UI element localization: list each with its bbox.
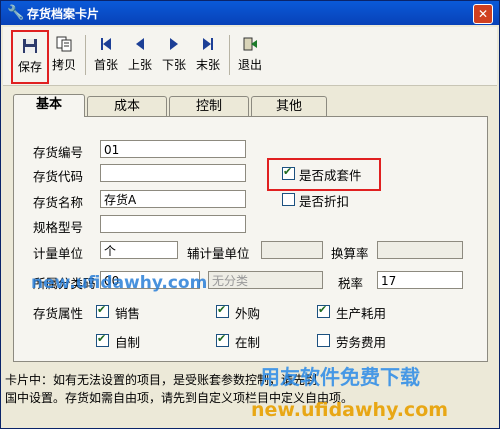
is-kit-label: 是否成套件	[299, 168, 362, 183]
last-record-button[interactable]: 末张	[191, 30, 225, 80]
exit-door-icon	[243, 37, 257, 51]
footer-line-1: 卡片中：如有无法设置的项目，是受账套参数控制，请先到	[5, 373, 318, 387]
name-label: 存货名称	[33, 195, 84, 210]
code-label: 存货编号	[33, 145, 84, 160]
copy-icon	[56, 36, 72, 52]
attr-service-label: 劳务费用	[336, 335, 387, 350]
copy-button[interactable]: 拷贝	[47, 30, 81, 80]
attr-service-checkbox[interactable]	[317, 334, 330, 347]
attr-sales-label: 销售	[115, 306, 141, 321]
prev-record-button[interactable]: 上张	[123, 30, 157, 80]
tab-cost[interactable]: 成本	[87, 96, 167, 117]
save-button[interactable]: 保存	[11, 30, 49, 84]
attr-selfmade-checkbox[interactable]	[96, 332, 109, 347]
tab-control[interactable]: 控制	[169, 96, 249, 117]
attr-production-checkbox[interactable]	[317, 303, 330, 318]
attr-wip-label: 在制	[235, 335, 261, 350]
unit-label: 计量单位	[33, 246, 84, 261]
attr-sales-checkbox[interactable]	[96, 303, 109, 318]
rate-input[interactable]	[377, 241, 463, 259]
attr-purchase-checkbox[interactable]	[216, 303, 229, 318]
skip-first-icon	[101, 38, 111, 50]
toolbar-separator	[85, 35, 86, 75]
basic-tab-panel	[13, 116, 488, 362]
name-input[interactable]: 存货A	[100, 190, 246, 208]
window-title: 存货档案卡片	[27, 7, 100, 21]
attr-purchase-label: 外购	[235, 306, 261, 321]
aux-unit-input[interactable]	[261, 241, 323, 259]
spec-input[interactable]	[100, 215, 246, 233]
arrow-right-icon	[170, 38, 178, 50]
watermark-url-1: new.ufidawhy.com	[31, 273, 208, 293]
floppy-disk-icon	[23, 39, 37, 53]
watermark-brand: 用友软件免费下载	[260, 365, 420, 389]
toolbar-separator	[229, 35, 230, 75]
attr-production-label: 生产耗用	[336, 306, 387, 321]
skip-last-icon	[203, 38, 213, 50]
is-kit-checkbox[interactable]	[282, 165, 295, 180]
toolbar: 保存 拷贝 首张 上张 下张 末张 退出	[3, 27, 497, 86]
attr-selfmade-label: 自制	[115, 335, 141, 350]
next-record-button[interactable]: 下张	[157, 30, 191, 80]
exit-button[interactable]: 退出	[233, 30, 267, 80]
daicode-input[interactable]	[100, 164, 246, 182]
spec-label: 规格型号	[33, 220, 84, 235]
unit-input[interactable]: 个	[100, 241, 178, 259]
category-name-input: 无分类	[208, 271, 323, 289]
arrow-left-icon	[136, 38, 144, 50]
tab-other[interactable]: 其他	[251, 96, 327, 117]
aux-unit-label: 辅计量单位	[187, 246, 250, 261]
tab-basic[interactable]: 基本	[13, 94, 85, 117]
attr-label: 存货属性	[33, 306, 84, 321]
attr-wip-checkbox[interactable]	[216, 332, 229, 347]
first-record-button[interactable]: 首张	[89, 30, 123, 80]
close-button[interactable]: ✕	[473, 4, 493, 24]
is-discount-checkbox[interactable]	[282, 193, 295, 206]
is-discount-label: 是否折扣	[299, 194, 350, 209]
daicode-label: 存货代码	[33, 169, 84, 184]
watermark-url-2: new.ufidawhy.com	[251, 399, 449, 421]
wrench-icon: 🔧	[7, 5, 25, 21]
rate-label: 换算率	[331, 246, 369, 261]
tax-input[interactable]: 17	[377, 271, 463, 289]
code-input[interactable]: 01	[100, 140, 246, 158]
tax-label: 税率	[338, 276, 364, 291]
inventory-card-window: 🔧 存货档案卡片 ✕ 保存 拷贝 首张 上张 下张 末张 退出 基本 成本 控制…	[0, 0, 500, 429]
title-bar[interactable]: 🔧 存货档案卡片 ✕	[1, 1, 499, 25]
